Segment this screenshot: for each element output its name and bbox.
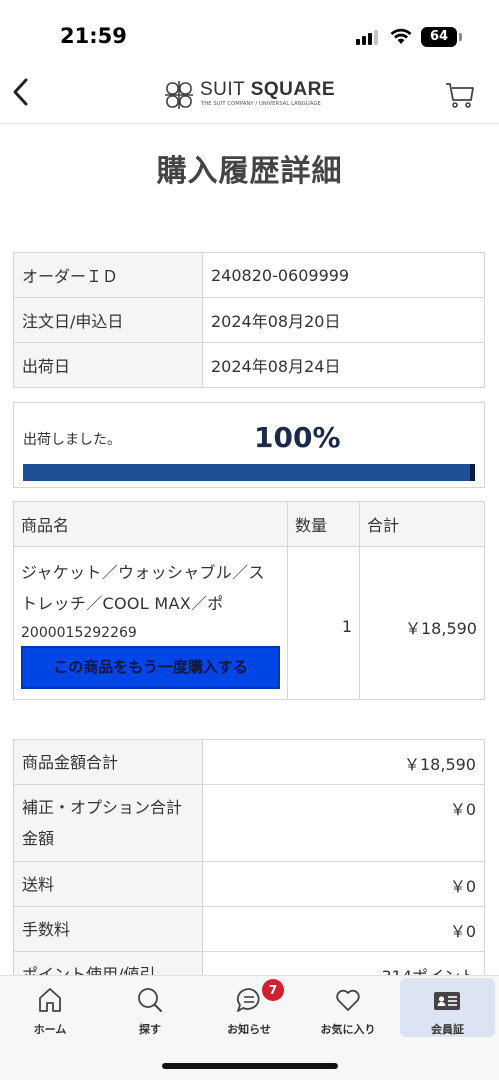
nav-favorites[interactable]: お気に入り: [299, 976, 397, 1038]
table-row: 商品金額合計 ￥18,590: [13, 739, 485, 785]
progress-track: [23, 464, 475, 481]
table-row: 送料 ￥0: [13, 861, 485, 907]
status-time: 21:59: [60, 24, 127, 48]
battery-cap: [459, 33, 462, 41]
app-header: SUIT SQUARE THE SUIT COMPANY / UNIVERSAL…: [0, 60, 499, 124]
table-row: 注文日/申込日 2024年08月20日: [13, 297, 485, 343]
back-icon[interactable]: [6, 74, 36, 110]
chat-bubble-icon: [236, 988, 260, 1012]
search-icon: [138, 988, 162, 1012]
summary-table: 商品金額合計 ￥18,590 補正・オプション合計金額 ￥0 送料 ￥0 手数料…: [13, 739, 485, 997]
heart-icon: [336, 989, 360, 1011]
home-indicator: [162, 1063, 338, 1069]
order-info-table: オーダーＩＤ 240820-0609999 注文日/申込日 2024年08月20…: [13, 252, 485, 388]
items-table: 商品名 数量 合計 ジャケット／ウォッシャブル／ストレッチ／COOL MAX／ポ…: [13, 501, 485, 700]
rebuy-button[interactable]: この商品をもう一度購入する: [21, 646, 280, 689]
notification-badge: 7: [262, 979, 284, 1001]
options-total-label: 補正・オプション合計金額: [13, 784, 203, 862]
table-row: 補正・オプション合計金額 ￥0: [13, 784, 485, 862]
ship-date-label: 出荷日: [13, 342, 203, 388]
item-name: ジャケット／ウォッシャブル／ストレッチ／COOL MAX／ポ: [21, 563, 265, 613]
nav-member-card[interactable]: 会員証: [400, 978, 495, 1037]
ship-date-value: 2024年08月24日: [202, 342, 485, 388]
battery-icon: 64: [421, 27, 457, 47]
handling-fee-label: 手数料: [13, 906, 203, 952]
brand-logo[interactable]: SUIT SQUARE THE SUIT COMPANY / UNIVERSAL…: [164, 76, 339, 112]
col-header-name: 商品名: [13, 501, 288, 547]
options-total-value: ￥0: [202, 784, 485, 862]
logo-brand: SUIT SQUARE: [200, 79, 336, 100]
table-row: 手数料 ￥0: [13, 906, 485, 952]
nav-search[interactable]: 探す: [101, 976, 199, 1038]
order-date-label: 注文日/申込日: [13, 297, 203, 343]
subtotal-label: 商品金額合計: [13, 739, 203, 785]
wifi-icon: [390, 28, 412, 44]
item-code: 2000015292269: [21, 625, 137, 641]
nav-home[interactable]: ホーム: [1, 976, 99, 1038]
member-card-icon: [434, 992, 460, 1010]
order-id-value: 240820-0609999: [202, 252, 485, 298]
table-row: オーダーＩＤ 240820-0609999: [13, 252, 485, 298]
logo-mark-icon: [165, 81, 193, 109]
page-title: 購入履歴詳細: [156, 154, 343, 189]
shipping-progress: 出荷しました。 100%: [13, 402, 485, 488]
signal-icon: [356, 29, 380, 45]
col-header-total: 合計: [359, 501, 485, 547]
nav-notifications-label: お知らせ: [227, 1023, 271, 1036]
shipping-status-label: 出荷しました。: [23, 432, 121, 448]
shipping-fee-value: ￥0: [202, 861, 485, 907]
shipping-fee-label: 送料: [13, 861, 203, 907]
handling-fee-value: ￥0: [202, 906, 485, 952]
logo-tagline: THE SUIT COMPANY / UNIVERSAL LANGUAGE: [201, 101, 321, 107]
col-header-quantity: 数量: [287, 501, 360, 547]
nav-favorites-label: お気に入り: [320, 1023, 376, 1036]
nav-home-label: ホーム: [33, 1023, 67, 1036]
table-row: 出荷日 2024年08月24日: [13, 342, 485, 388]
item-cell: ジャケット／ウォッシャブル／ストレッチ／COOL MAX／ポ 200001529…: [13, 546, 288, 700]
cart-icon[interactable]: [444, 78, 476, 110]
order-id-label: オーダーＩＤ: [13, 252, 203, 298]
nav-member-card-label: 会員証: [431, 1023, 464, 1036]
progress-fill: [23, 464, 475, 481]
table-header-row: 商品名 数量 合計: [13, 501, 485, 547]
subtotal-value: ￥18,590: [202, 739, 485, 785]
shipping-progress-percent: 100%: [254, 421, 341, 454]
status-bar: 21:59 64: [0, 0, 499, 60]
item-total: ￥18,590: [359, 546, 485, 700]
order-date-value: 2024年08月20日: [202, 297, 485, 343]
table-row: ジャケット／ウォッシャブル／ストレッチ／COOL MAX／ポ 200001529…: [13, 546, 485, 700]
bottom-nav: ホーム 探す お知らせ 7 お気に入り 会員証: [0, 975, 499, 1080]
item-quantity: 1: [287, 546, 360, 700]
nav-search-label: 探す: [139, 1023, 161, 1036]
home-icon: [39, 988, 61, 1012]
